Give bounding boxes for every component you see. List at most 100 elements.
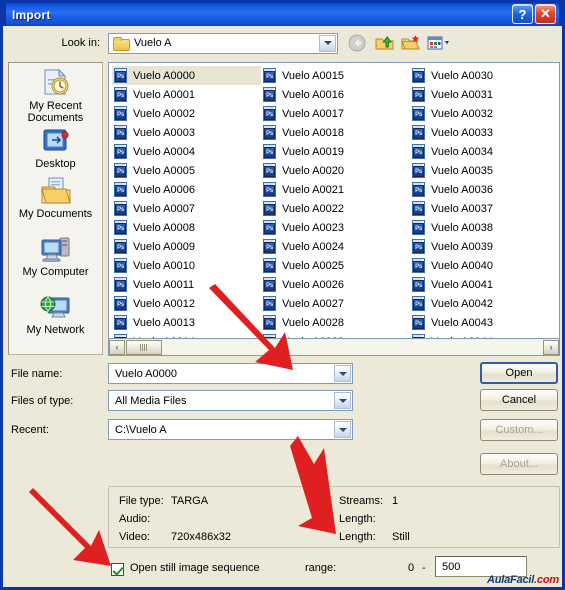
file-list-item[interactable]: Ps Vuelo A0031	[410, 85, 559, 104]
chevron-down-icon[interactable]	[319, 34, 336, 52]
file-list[interactable]: Ps Vuelo A0000 Ps Vuelo A0001 Ps Vuelo A0002 P…	[108, 62, 560, 339]
back-icon[interactable]	[348, 33, 369, 53]
files-of-type-label: Files of type:	[11, 394, 74, 407]
file-list-item[interactable]: Ps Vuelo A0025	[261, 256, 410, 275]
file-list-item[interactable]: Ps Vuelo A0011	[112, 275, 261, 294]
file-list-item[interactable]: PsVuelo A0029	[261, 332, 410, 338]
photoshop-file-icon: Ps	[114, 277, 128, 292]
file-list-item[interactable]: Ps Vuelo A0001	[112, 85, 261, 104]
file-list-item[interactable]: Ps Vuelo A0018	[261, 123, 410, 142]
photoshop-icon-text: Ps	[115, 90, 126, 101]
file-list-item[interactable]: Ps Vuelo A0009	[112, 237, 261, 256]
scroll-right-icon[interactable]: ›	[543, 339, 559, 355]
sidebar-item-my-recent-documents[interactable]: My Recent Documents	[9, 67, 102, 124]
file-list-item[interactable]: Ps Vuelo A0006	[112, 180, 261, 199]
file-list-item[interactable]: PsVuelo A0014	[112, 332, 261, 338]
sidebar-item-desktop[interactable]: Desktop	[9, 125, 102, 173]
photoshop-file-icon: Ps	[412, 125, 426, 140]
file-list-item[interactable]: Ps Vuelo A0041	[410, 275, 559, 294]
file-list-item[interactable]: Ps Vuelo A0003	[112, 123, 261, 142]
file-list-item[interactable]: Ps Vuelo A0019	[261, 142, 410, 161]
file-list-item[interactable]: Ps Vuelo A0042	[410, 294, 559, 313]
sidebar-item-my-network[interactable]: My Network	[9, 291, 102, 347]
file-list-item[interactable]: Ps Vuelo A0005	[112, 161, 261, 180]
file-list-item[interactable]: Ps Vuelo A0013	[112, 313, 261, 332]
photoshop-icon-text: Ps	[413, 280, 424, 291]
scroll-left-icon[interactable]: ‹	[109, 339, 125, 355]
files-of-type-combobox[interactable]: All Media Files	[108, 390, 353, 411]
views-icon[interactable]	[426, 33, 453, 53]
look-in-label: Look in:	[61, 37, 100, 49]
photoshop-file-icon: Ps	[114, 87, 128, 102]
open-button[interactable]: Open	[480, 362, 558, 384]
file-list-item[interactable]: Ps Vuelo A0010	[112, 256, 261, 275]
chevron-down-icon[interactable]	[334, 421, 351, 438]
new-folder-icon[interactable]	[400, 33, 421, 53]
file-list-column: Ps Vuelo A0000 Ps Vuelo A0001 Ps Vuelo A0002 P…	[112, 66, 261, 338]
file-list-item[interactable]: Ps Vuelo A0002	[112, 104, 261, 123]
file-list-item[interactable]: Ps Vuelo A0016	[261, 85, 410, 104]
open-still-image-sequence-checkbox[interactable]	[111, 563, 124, 576]
file-list-item[interactable]: Ps Vuelo A0037	[410, 199, 559, 218]
file-list-item[interactable]: Ps Vuelo A0024	[261, 237, 410, 256]
file-list-item[interactable]: Ps Vuelo A0004	[112, 142, 261, 161]
photoshop-icon-text: Ps	[264, 223, 275, 234]
file-name-combobox[interactable]: Vuelo A0000	[108, 363, 353, 384]
photoshop-file-icon: Ps	[263, 220, 277, 235]
file-list-item[interactable]: Ps Vuelo A0033	[410, 123, 559, 142]
file-list-item[interactable]: Ps Vuelo A0039	[410, 237, 559, 256]
file-list-item[interactable]: Ps Vuelo A0000	[112, 66, 261, 85]
file-list-item[interactable]: PsVuelo A0044	[410, 332, 559, 338]
recent-combobox[interactable]: C:\Vuelo A	[108, 419, 353, 440]
file-list-item[interactable]: Ps Vuelo A0035	[410, 161, 559, 180]
photoshop-icon-text: Ps	[115, 128, 126, 139]
photoshop-file-icon: Ps	[114, 201, 128, 216]
chevron-down-icon[interactable]	[334, 392, 351, 409]
about-button[interactable]: About...	[480, 453, 558, 475]
file-list-item[interactable]: Ps Vuelo A0028	[261, 313, 410, 332]
sidebar-item-my-computer[interactable]: My Computer	[9, 233, 102, 289]
file-list-item[interactable]: Ps Vuelo A0040	[410, 256, 559, 275]
photoshop-icon-text: Ps	[413, 90, 424, 101]
sidebar-item-my-documents[interactable]: My Documents	[9, 175, 102, 231]
custom-button[interactable]: Custom...	[480, 419, 558, 441]
file-name-value: Vuelo A0000	[115, 367, 177, 380]
photoshop-icon-text: Ps	[264, 204, 275, 215]
file-list-item[interactable]: Ps Vuelo A0038	[410, 218, 559, 237]
close-button[interactable]: ✕	[535, 4, 556, 24]
photoshop-icon-text: Ps	[264, 299, 275, 310]
file-list-item[interactable]: Ps Vuelo A0030	[410, 66, 559, 85]
my-computer-icon	[39, 233, 73, 265]
file-list-item[interactable]: Ps Vuelo A0017	[261, 104, 410, 123]
file-list-item[interactable]: Ps Vuelo A0032	[410, 104, 559, 123]
file-list-item[interactable]: Ps Vuelo A0007	[112, 199, 261, 218]
chevron-down-icon[interactable]	[334, 365, 351, 382]
look-in-combobox[interactable]: Vuelo A	[108, 32, 338, 54]
file-list-item[interactable]: Ps Vuelo A0026	[261, 275, 410, 294]
scrollbar-track[interactable]	[162, 339, 543, 355]
file-list-item-label: Vuelo A0011	[133, 278, 195, 291]
photoshop-file-icon: Ps	[263, 239, 277, 254]
file-list-item[interactable]: Ps Vuelo A0012	[112, 294, 261, 313]
file-list-item[interactable]: Ps Vuelo A0015	[261, 66, 410, 85]
file-list-item-label: Vuelo A0018	[282, 126, 344, 139]
scrollbar-thumb[interactable]	[126, 339, 162, 355]
info-audio-label: Audio:	[119, 513, 151, 525]
cancel-button[interactable]: Cancel	[480, 389, 558, 411]
photoshop-icon-text: Ps	[264, 166, 275, 177]
file-list-item-label: Vuelo A0031	[431, 88, 493, 101]
up-one-level-icon[interactable]	[374, 33, 395, 53]
file-list-item[interactable]: Ps Vuelo A0023	[261, 218, 410, 237]
file-list-item[interactable]: Ps Vuelo A0027	[261, 294, 410, 313]
file-list-item[interactable]: Ps Vuelo A0021	[261, 180, 410, 199]
help-button[interactable]: ?	[512, 4, 533, 24]
info-file-type-label: File type:	[119, 495, 164, 507]
file-list-item[interactable]: Ps Vuelo A0043	[410, 313, 559, 332]
file-list-item[interactable]: Ps Vuelo A0034	[410, 142, 559, 161]
file-list-item[interactable]: Ps Vuelo A0020	[261, 161, 410, 180]
photoshop-icon-text: Ps	[115, 261, 126, 272]
file-list-horizontal-scrollbar[interactable]: ‹ ›	[108, 339, 560, 356]
file-list-item[interactable]: Ps Vuelo A0036	[410, 180, 559, 199]
file-list-item[interactable]: Ps Vuelo A0022	[261, 199, 410, 218]
file-list-item[interactable]: Ps Vuelo A0008	[112, 218, 261, 237]
